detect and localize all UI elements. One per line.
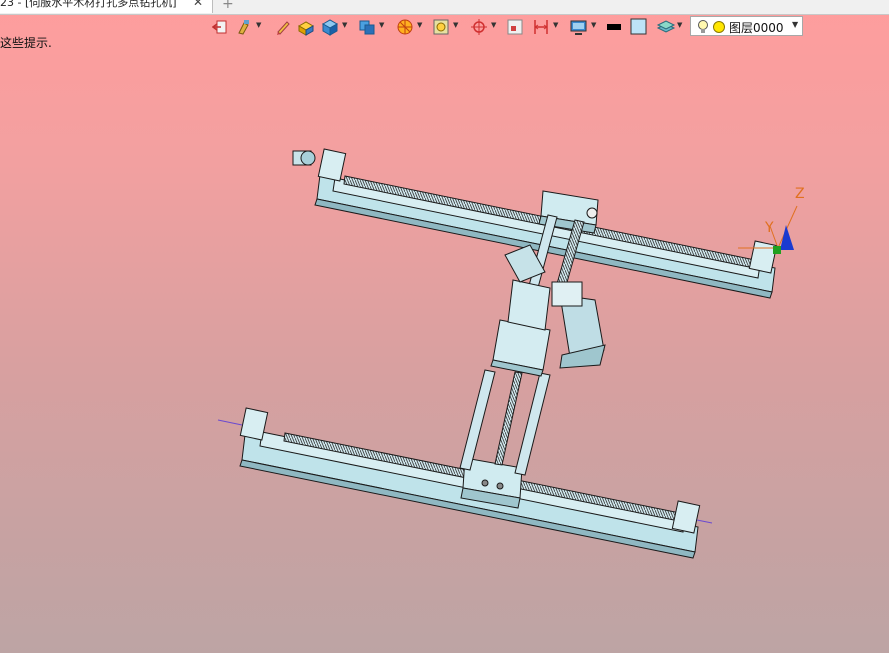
chevron-down-icon[interactable]: ▼: [342, 21, 347, 29]
close-icon[interactable]: ✕: [193, 0, 205, 10]
color-black[interactable]: [606, 18, 622, 36]
chevron-down-icon[interactable]: ▼: [491, 21, 496, 29]
axis-y-label: Y: [764, 220, 774, 236]
new-tab-button[interactable]: +: [222, 0, 234, 12]
axis-z-label: Z: [795, 186, 805, 202]
layer-manager-icon[interactable]: [656, 18, 676, 36]
layer-select[interactable]: 图层0000 ▼: [690, 16, 803, 36]
tab-bar: 23 - [伺服水平木材打孔多点钻孔机] ✕ +: [0, 0, 889, 15]
pencil-icon[interactable]: [275, 18, 291, 36]
chevron-down-icon[interactable]: ▼: [256, 21, 261, 29]
document-tab[interactable]: 23 - [伺服水平木材打孔多点钻孔机] ✕: [0, 0, 213, 13]
solid-icon[interactable]: [297, 18, 315, 36]
chevron-down-icon[interactable]: ▼: [417, 21, 422, 29]
color-lightblue[interactable]: [630, 18, 648, 36]
chevron-down-icon[interactable]: ▼: [553, 21, 558, 29]
chevron-down-icon[interactable]: ▼: [379, 21, 384, 29]
render-icon[interactable]: [396, 18, 414, 36]
view-icon[interactable]: [358, 18, 376, 36]
display-icon[interactable]: [569, 18, 589, 36]
layer-visible-icon[interactable]: [713, 21, 725, 33]
dimension-icon[interactable]: [532, 18, 550, 36]
axis-triad: Z Y: [738, 186, 805, 254]
document-tab-title: 23 - [伺服水平木材打孔多点钻孔机]: [0, 0, 177, 9]
lightbulb-icon[interactable]: [697, 19, 709, 35]
section-icon[interactable]: [432, 18, 450, 36]
select-icon[interactable]: [506, 18, 524, 36]
chevron-down-icon[interactable]: ▼: [453, 21, 458, 29]
layer-name: 图层0000: [729, 21, 784, 35]
brush-icon[interactable]: [235, 18, 253, 36]
snap-icon[interactable]: [470, 18, 488, 36]
spindle-head: [490, 244, 606, 377]
cad-viewport[interactable]: Z Y: [0, 40, 889, 653]
chevron-down-icon[interactable]: ▼: [591, 21, 596, 29]
exit-icon[interactable]: [212, 18, 228, 36]
chevron-down-icon[interactable]: ▼: [792, 20, 798, 29]
chevron-down-icon[interactable]: ▼: [677, 21, 682, 29]
cube-icon[interactable]: [321, 18, 339, 36]
